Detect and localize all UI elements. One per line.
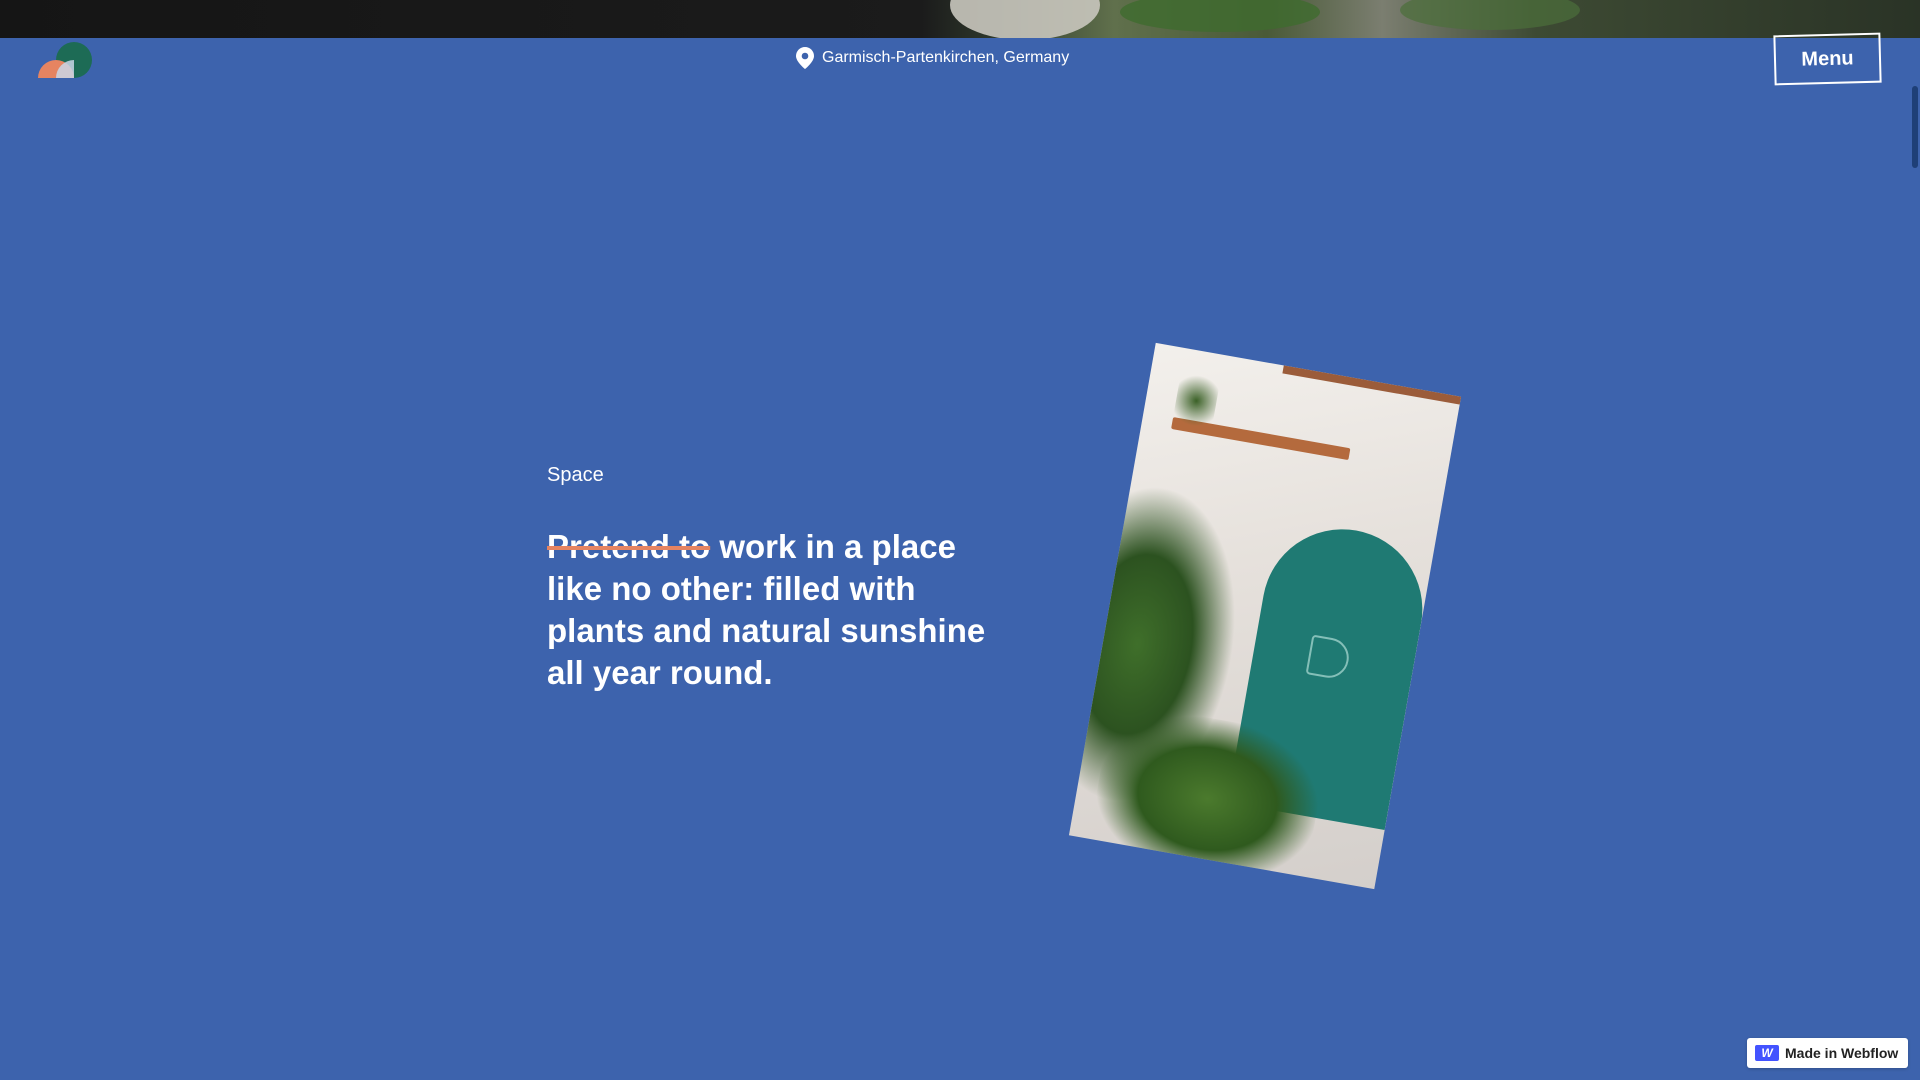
logo-icon[interactable] — [38, 42, 94, 78]
location-label: Garmisch-Partenkirchen, Germany — [822, 49, 1070, 66]
space-photo — [1068, 342, 1462, 890]
page: Garmisch-Partenkirchen, Germany Menu Spa… — [0, 32, 1920, 1080]
map-pin-icon — [796, 47, 814, 69]
section-eyebrow: Space — [547, 464, 604, 486]
scrollbar-thumb[interactable] — [1912, 86, 1918, 168]
made-in-webflow-badge[interactable]: W Made in Webflow — [1747, 1038, 1908, 1068]
scrollbar[interactable] — [1910, 38, 1920, 1080]
headline-struck-text: Pretend to — [547, 528, 711, 565]
top-photo-strip — [0, 0, 1920, 38]
location: Garmisch-Partenkirchen, Germany — [796, 46, 1069, 70]
menu-button[interactable]: Menu — [1773, 32, 1882, 86]
hero-headline: Pretend to work in a place like no other… — [547, 526, 1007, 694]
webflow-logo-icon: W — [1755, 1045, 1779, 1061]
badge-label: Made in Webflow — [1785, 1045, 1899, 1061]
